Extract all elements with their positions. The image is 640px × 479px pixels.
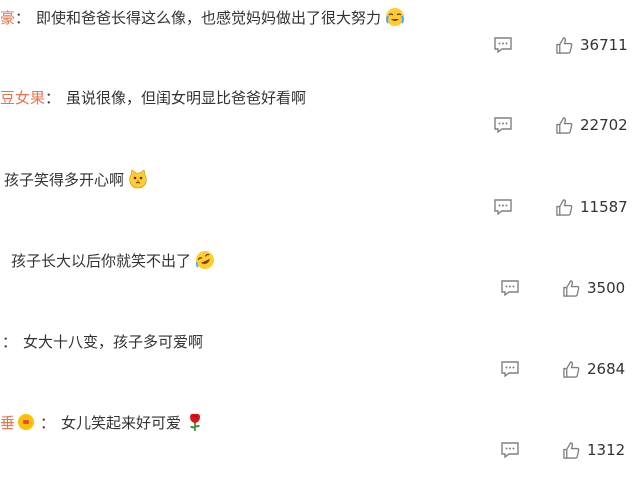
comment-line: 垂 ： 女儿笑起来好可爱 [0, 405, 205, 439]
comment-item: 垂 ： 女儿笑起来好可爱 1312 [0, 405, 640, 479]
comment-username[interactable]: 豆女果 [0, 87, 45, 108]
like-button[interactable]: 2684 [562, 360, 625, 379]
colon-separator: ： [40, 413, 56, 432]
comment-item: ： 女大十八变，孩子多可爱啊 2684 [0, 324, 640, 404]
like-button[interactable]: 1312 [562, 441, 625, 460]
like-count: 3500 [587, 279, 626, 297]
thumbs-up-icon [556, 116, 573, 134]
reply-icon[interactable] [493, 36, 513, 54]
comment-actions: 3500 [500, 275, 625, 301]
comment-actions: 36711 [493, 32, 628, 58]
comment-actions: 2684 [500, 356, 625, 382]
colon-separator: ： [15, 8, 31, 27]
comment-text: 孩子笑得多开心啊 [4, 170, 125, 189]
like-count: 11587 [580, 198, 628, 216]
like-button[interactable]: 22702 [555, 116, 628, 135]
comment-item: 豆女果 ： 虽说很像，但闺女明显比爸爸好看啊 22702 [0, 80, 640, 160]
like-count: 2684 [587, 360, 626, 378]
comment-line: 孩子长大以后你就笑不出了 [11, 243, 215, 277]
comment-actions: 11587 [493, 194, 628, 220]
reply-icon[interactable] [500, 360, 520, 378]
rose-emoji [190, 413, 201, 431]
comment-text: 女大十八变，孩子多可爱啊 [23, 332, 204, 351]
like-count: 1312 [587, 441, 626, 459]
comment-line: 豪 ： 即使和爸爸长得这么像，也感觉妈妈做出了很大努力 [0, 0, 405, 34]
comment-text: 孩子长大以后你就笑不出了 [11, 251, 192, 270]
comment-line: ： 女大十八变，孩子多可爱啊 [2, 324, 203, 358]
like-button[interactable]: 3500 [562, 279, 625, 298]
smirk-cat-emoji [129, 169, 147, 189]
user-badge-icon [18, 414, 35, 430]
comment-username[interactable]: 垂 [0, 412, 15, 433]
thumbs-up-icon [563, 279, 580, 297]
like-button[interactable]: 36711 [555, 36, 628, 55]
reply-icon[interactable] [493, 198, 513, 216]
thumbs-up-icon [563, 360, 580, 378]
reply-icon[interactable] [500, 441, 520, 459]
comment-line: 豆女果 ： 虽说很像，但闺女明显比爸爸好看啊 [0, 80, 306, 114]
comment-text: 即使和爸爸长得这么像，也感觉妈妈做出了很大努力 [36, 8, 382, 27]
comment-username[interactable]: 豪 [0, 7, 15, 28]
like-count: 22702 [580, 116, 628, 134]
thumbs-up-icon [556, 198, 573, 216]
thumbs-up-icon [556, 36, 573, 54]
comment-text: 女儿笑起来好可爱 [61, 413, 182, 432]
colon-separator: ： [2, 332, 18, 351]
like-count: 36711 [580, 36, 628, 54]
rolling-laughing-emoji [195, 251, 215, 269]
like-button[interactable]: 11587 [555, 198, 628, 217]
colon-separator: ： [45, 88, 61, 107]
comment-item: 豪 ： 即使和爸爸长得这么像，也感觉妈妈做出了很大努力 36711 [0, 0, 640, 80]
comment-item: 孩子长大以后你就笑不出了 3500 [0, 243, 640, 323]
comment-item: 孩子笑得多开心啊 11587 [0, 162, 640, 242]
comment-text: 虽说很像，但闺女明显比爸爸好看啊 [66, 88, 307, 107]
crying-laughing-emoji [386, 8, 405, 26]
comment-line: 孩子笑得多开心啊 [4, 162, 148, 196]
comment-actions: 22702 [493, 112, 628, 138]
comment-actions: 1312 [500, 437, 625, 463]
reply-icon[interactable] [500, 279, 520, 297]
reply-icon[interactable] [493, 116, 513, 134]
thumbs-up-icon [563, 441, 580, 459]
